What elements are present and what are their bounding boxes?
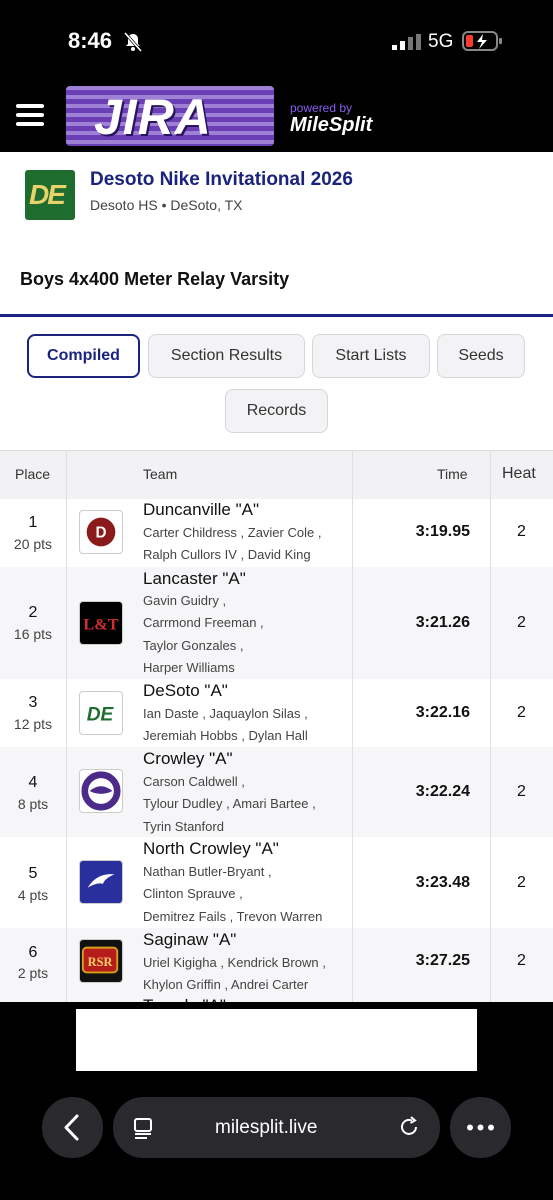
table-row[interactable]: 2 16 pts L&T Lancaster "A" Gavin Guidry … (0, 567, 553, 679)
row-points: 12 pts (13, 716, 53, 732)
row-heat: 2 (517, 523, 526, 540)
svg-text:L&T: L&T (83, 616, 118, 634)
column-time[interactable]: Time (437, 466, 468, 482)
athletes-line[interactable]: Khylon Griffin , Andrei Carter (143, 977, 308, 992)
powered-by-label: powered by (290, 101, 353, 115)
athletes-line[interactable]: Demitrez Fails , Trevon Warren (143, 909, 322, 924)
table-row[interactable]: 5 4 pts North Crowley "A" Nathan Butler-… (0, 837, 553, 928)
athletes-line[interactable]: Tylour Dudley , Amari Bartee , (143, 796, 316, 811)
saginaw-logo: RSR (79, 939, 123, 983)
svg-text:D: D (95, 525, 106, 542)
row-time: 3:21.26 (415, 614, 470, 631)
row-heat: 2 (517, 614, 526, 631)
athletes-line[interactable]: Carrmond Freeman , (143, 615, 264, 630)
row-points: 8 pts (17, 796, 49, 812)
more-icon (467, 1124, 494, 1131)
column-team[interactable]: Team (143, 466, 177, 482)
team-name[interactable]: North Crowley "A" (143, 839, 279, 859)
tab-section-results[interactable]: Section Results (148, 334, 305, 378)
table-row[interactable]: 1 20 pts D Duncanville "A" Carter Childr… (0, 498, 553, 567)
tab-start-lists[interactable]: Start Lists (312, 334, 430, 378)
url-text[interactable]: milesplit.live (215, 1117, 317, 1139)
lancaster-logo: L&T (79, 601, 123, 645)
row-time: 3:19.95 (415, 523, 470, 540)
team-name[interactable]: Duncanville "A" (143, 500, 259, 520)
desoto-meet-logo: DE (25, 170, 75, 220)
athletes-line[interactable]: Tyrin Stanford (143, 819, 224, 834)
menu-icon[interactable] (16, 104, 44, 126)
athletes-line[interactable]: Harper Williams (143, 660, 235, 675)
milesplit-logo[interactable]: MileSplit (290, 114, 372, 137)
svg-text:RSR: RSR (88, 955, 114, 969)
row-place: 5 (28, 865, 38, 882)
row-points: 4 pts (17, 887, 49, 903)
column-divider (66, 450, 67, 1002)
meet-location: Desoto HS • DeSoto, TX (90, 197, 243, 213)
athletes-line[interactable]: Carter Childress , Zavier Cole , (143, 525, 321, 540)
table-row[interactable]: 3 12 pts DE DeSoto "A" Ian Daste , Jaqua… (0, 679, 553, 747)
row-place: 3 (28, 694, 38, 711)
row-points: 16 pts (13, 626, 53, 642)
tab-compiled[interactable]: Compiled (27, 334, 140, 378)
back-button[interactable] (42, 1097, 103, 1158)
battery-icon (462, 31, 502, 51)
more-button[interactable] (450, 1097, 511, 1158)
row-heat: 2 (517, 874, 526, 891)
desoto-logo: DE (79, 691, 123, 735)
row-place: 1 (28, 514, 38, 531)
row-place: 2 (28, 604, 38, 621)
status-time: 8:46 (68, 28, 113, 53)
athletes-line[interactable]: Ian Daste , Jaquaylon Silas , (143, 706, 308, 721)
column-place[interactable]: Place (15, 466, 50, 482)
row-heat: 2 (517, 783, 526, 800)
athletes-line[interactable]: Clinton Sprauve , (143, 886, 243, 901)
column-heat[interactable]: Heat (502, 465, 536, 483)
athletes-line[interactable]: Nathan Butler-Bryant , (143, 864, 272, 879)
signal-icon (392, 34, 421, 50)
tab-seeds[interactable]: Seeds (437, 334, 525, 378)
row-points: 2 pts (17, 965, 49, 981)
row-place: 4 (28, 774, 38, 791)
chevron-left-icon (64, 1114, 79, 1141)
svg-text:DE: DE (87, 705, 115, 726)
athletes-line[interactable]: Carson Caldwell , (143, 774, 245, 789)
reload-icon (401, 1116, 417, 1135)
tab-records[interactable]: Records (225, 389, 328, 433)
jira-logo[interactable]: JIRA (66, 86, 274, 146)
team-name[interactable]: Crowley "A" (143, 749, 233, 769)
north-crowley-logo (79, 860, 123, 904)
table-row[interactable]: 6 2 pts RSR Saginaw "A" Uriel Kigigha , … (0, 928, 553, 1015)
row-place: 6 (28, 944, 38, 961)
athletes-line[interactable]: Jeremiah Hobbs , Dylan Hall (143, 728, 308, 743)
row-time: 3:22.16 (415, 704, 470, 721)
athletes-line[interactable]: Ralph Cullors IV , David King (143, 547, 311, 562)
table-row[interactable]: 4 8 pts Crowley "A" Carson Caldwell , Ty… (0, 747, 553, 837)
team-name[interactable]: Saginaw "A" (143, 930, 236, 950)
column-divider (490, 450, 491, 1002)
duncanville-logo: D (79, 510, 123, 554)
table-header (0, 450, 553, 499)
athletes-line[interactable]: Gavin Guidry , (143, 593, 226, 608)
reader-icon (134, 1118, 152, 1139)
row-heat: 2 (517, 704, 526, 721)
event-title: Boys 4x400 Meter Relay Varsity (20, 269, 290, 289)
bell-muted-icon (123, 32, 143, 52)
meet-title[interactable]: Desoto Nike Invitational 2026 (90, 169, 353, 191)
athletes-line[interactable]: Uriel Kigigha , Kendrick Brown , (143, 955, 326, 970)
row-points: 20 pts (13, 536, 53, 552)
crowley-logo (79, 769, 123, 813)
ad-banner[interactable] (76, 1009, 477, 1071)
team-name[interactable]: Lancaster "A" (143, 569, 246, 589)
column-divider (352, 450, 353, 1002)
row-time: 3:27.25 (415, 952, 470, 969)
row-heat: 2 (517, 952, 526, 969)
network-label: 5G (428, 31, 454, 52)
athletes-line[interactable]: Taylor Gonzales , (143, 638, 243, 653)
divider (0, 314, 553, 317)
row-time: 3:22.24 (415, 783, 470, 800)
row-time: 3:23.48 (415, 874, 470, 891)
team-name[interactable]: DeSoto "A" (143, 681, 228, 701)
